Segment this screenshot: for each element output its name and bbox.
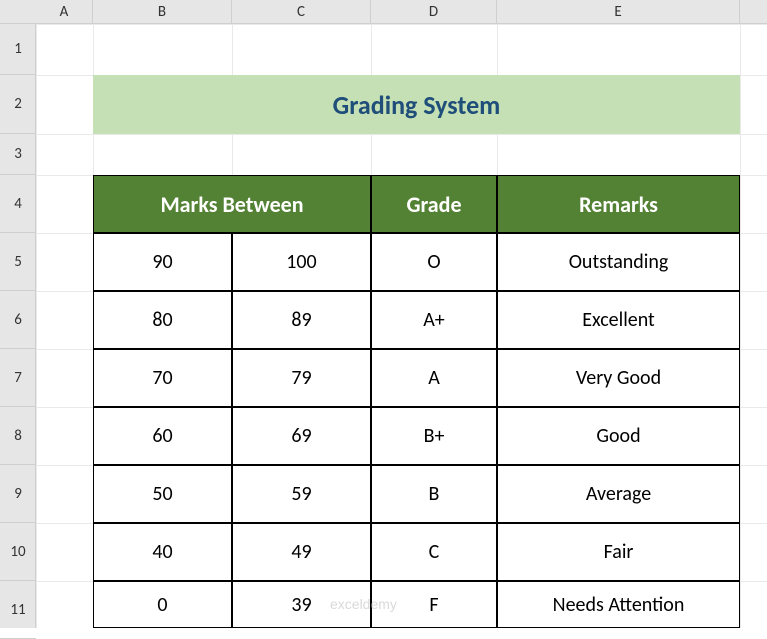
cell-c10[interactable]: 49 — [232, 523, 371, 581]
cell-d10[interactable]: C — [371, 523, 497, 581]
cell-b11[interactable]: 0 — [93, 581, 232, 628]
column-headers: A B C D E — [0, 0, 767, 24]
row-header-5[interactable]: 5 — [0, 233, 36, 291]
cell-b7[interactable]: 70 — [93, 349, 232, 407]
row-header-1[interactable]: 1 — [0, 24, 36, 75]
cell-b5[interactable]: 90 — [93, 233, 232, 291]
header-grade[interactable]: Grade — [371, 175, 497, 233]
cell-b8[interactable]: 60 — [93, 407, 232, 465]
cell-c8[interactable]: 69 — [232, 407, 371, 465]
cell-d6[interactable]: A+ — [371, 291, 497, 349]
cell-e7[interactable]: Very Good — [497, 349, 740, 407]
spreadsheet: A B C D E 1 2 3 4 5 6 7 8 9 10 11 Gradin… — [0, 0, 767, 628]
cell-c5[interactable]: 100 — [232, 233, 371, 291]
cell-d7[interactable]: A — [371, 349, 497, 407]
cell-e8[interactable]: Good — [497, 407, 740, 465]
title-banner[interactable]: Grading System — [93, 75, 740, 134]
cell-c6[interactable]: 89 — [232, 291, 371, 349]
cell-d5[interactable]: O — [371, 233, 497, 291]
header-remarks[interactable]: Remarks — [497, 175, 740, 233]
row-header-4[interactable]: 4 — [0, 175, 36, 233]
col-header-d[interactable]: D — [371, 0, 497, 24]
cell-b6[interactable]: 80 — [93, 291, 232, 349]
row-header-10[interactable]: 10 — [0, 523, 36, 581]
row-header-7[interactable]: 7 — [0, 349, 36, 407]
cell-d11[interactable]: F — [371, 581, 497, 628]
row-header-2[interactable]: 2 — [0, 75, 36, 134]
row-header-11[interactable]: 11 — [0, 581, 36, 639]
cell-c9[interactable]: 59 — [232, 465, 371, 523]
cell-d9[interactable]: B — [371, 465, 497, 523]
row-header-9[interactable]: 9 — [0, 465, 36, 523]
cell-e9[interactable]: Average — [497, 465, 740, 523]
col-header-c[interactable]: C — [232, 0, 371, 24]
row-headers: 1 2 3 4 5 6 7 8 9 10 11 — [0, 24, 36, 628]
cell-e6[interactable]: Excellent — [497, 291, 740, 349]
header-marks-between[interactable]: Marks Between — [93, 175, 371, 233]
cell-e11[interactable]: Needs Attention — [497, 581, 740, 628]
col-header-e[interactable]: E — [497, 0, 740, 24]
cell-b9[interactable]: 50 — [93, 465, 232, 523]
row-header-8[interactable]: 8 — [0, 407, 36, 465]
col-header-a[interactable]: A — [36, 0, 93, 24]
cell-e10[interactable]: Fair — [497, 523, 740, 581]
cell-b10[interactable]: 40 — [93, 523, 232, 581]
row-header-6[interactable]: 6 — [0, 291, 36, 349]
cell-c7[interactable]: 79 — [232, 349, 371, 407]
col-header-b[interactable]: B — [93, 0, 232, 24]
cell-c11[interactable]: 39 — [232, 581, 371, 628]
row-header-3[interactable]: 3 — [0, 134, 36, 175]
cell-d8[interactable]: B+ — [371, 407, 497, 465]
cell-e5[interactable]: Outstanding — [497, 233, 740, 291]
